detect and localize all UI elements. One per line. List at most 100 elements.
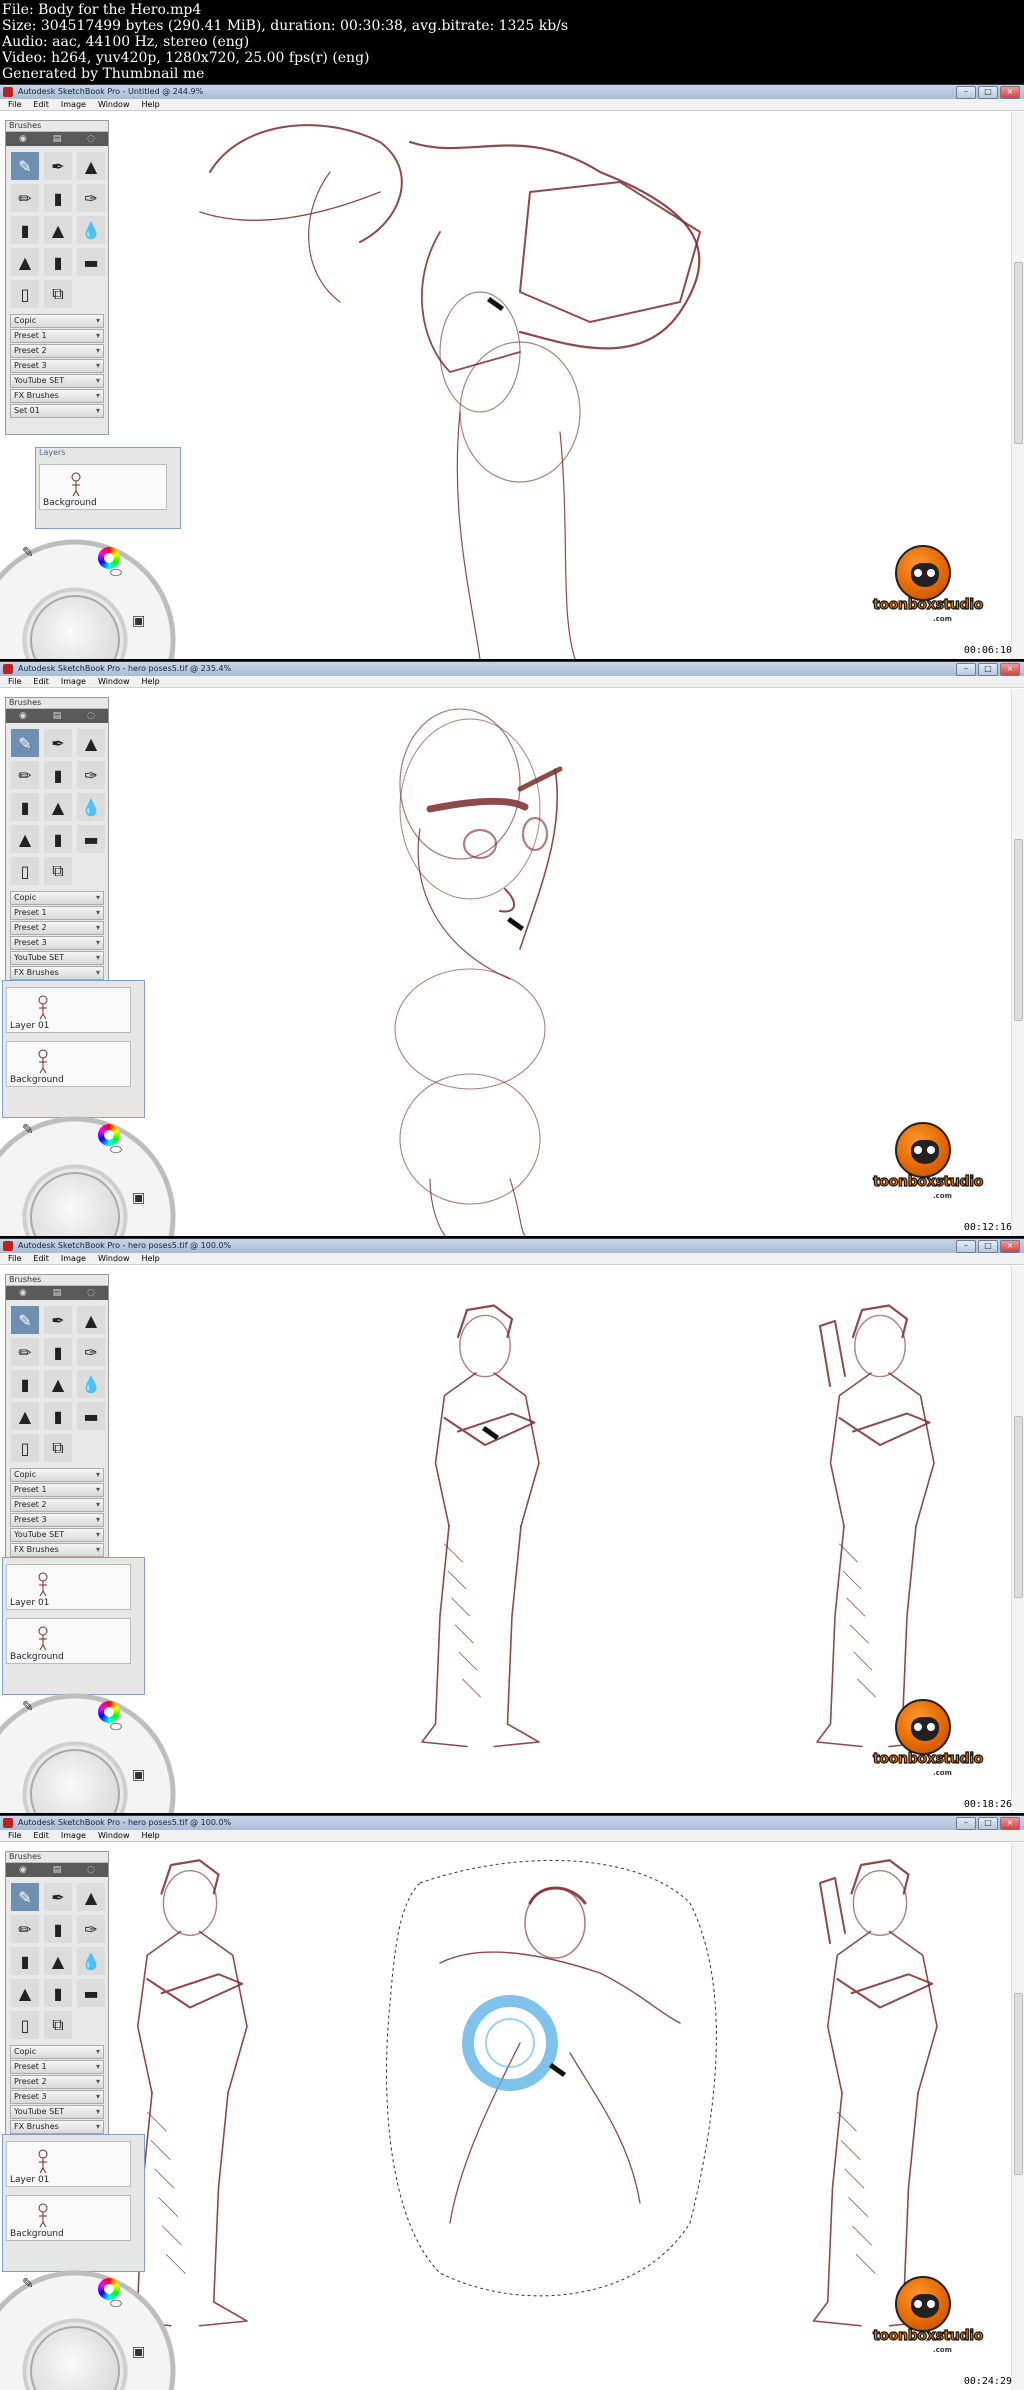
layer-tool-icon[interactable]: ▣ <box>132 1190 145 1206</box>
menu-help[interactable]: Help <box>142 1253 160 1264</box>
brush-tab-radio-icon[interactable]: ◉ <box>19 1288 27 1298</box>
menu-image[interactable]: Image <box>61 1253 86 1264</box>
brush-tool-7-icon[interactable]: ▮ <box>11 216 39 244</box>
color-wheel-icon[interactable] <box>98 547 120 569</box>
brush-tab-radio-icon[interactable]: ◉ <box>19 711 27 721</box>
menu-image[interactable]: Image <box>61 99 86 110</box>
menu-edit[interactable]: Edit <box>33 1830 49 1841</box>
pen-tool-icon[interactable]: ✎ <box>22 545 34 561</box>
transform-puck-center[interactable] <box>485 2018 535 2068</box>
menu-window[interactable]: Window <box>98 1830 130 1841</box>
close-button[interactable]: × <box>1000 1240 1020 1253</box>
brush-tool-9-icon[interactable]: 💧 <box>77 1370 105 1398</box>
brush-tool-6-icon[interactable]: ✑ <box>77 1338 105 1366</box>
brush-tool-10-icon[interactable]: ▲ <box>11 825 39 853</box>
brush-set-preset-2[interactable]: Preset 2 <box>10 921 104 935</box>
brush-set-copic[interactable]: Copic <box>10 2045 104 2059</box>
minimize-button[interactable]: – <box>956 86 976 99</box>
maximize-button[interactable]: □ <box>978 663 998 676</box>
brush-tool-4-icon[interactable]: ✏ <box>11 1915 39 1943</box>
brush-tool-12-icon[interactable]: ▬ <box>77 1402 105 1430</box>
brush-set-preset-1[interactable]: Preset 1 <box>10 329 104 343</box>
menu-file[interactable]: File <box>8 1830 21 1841</box>
menu-file[interactable]: File <box>8 99 21 110</box>
menu-window[interactable]: Window <box>98 676 130 687</box>
brush-tool-13-icon[interactable]: ▯ <box>11 1434 39 1462</box>
brush-tool-11-icon[interactable]: ▮ <box>44 1979 72 2007</box>
brush-set-preset-3[interactable]: Preset 3 <box>10 359 104 373</box>
layer-layer-01[interactable]: Layer 01 <box>6 987 131 1033</box>
brush-set-youtube-set[interactable]: YouTube SET <box>10 2105 104 2119</box>
brush-tool-5-icon[interactable]: ▮ <box>44 1915 72 1943</box>
brush-tool-11-icon[interactable]: ▮ <box>44 1402 72 1430</box>
brush-tab-library-icon[interactable]: ▤ <box>53 711 62 721</box>
vertical-scrollbar[interactable] <box>1011 1843 1024 2390</box>
brush-tab-radio-icon[interactable]: ◉ <box>19 1865 27 1875</box>
minimize-button[interactable]: – <box>956 1817 976 1830</box>
brush-puck[interactable] <box>30 2326 120 2390</box>
brush-tool-3-icon[interactable]: ▲ <box>77 1883 105 1911</box>
brush-tool-2-icon[interactable]: ✒ <box>44 729 72 757</box>
menu-image[interactable]: Image <box>61 1830 86 1841</box>
brush-tool-10-icon[interactable]: ▲ <box>11 1402 39 1430</box>
brush-tool-14-icon[interactable]: ⧉ <box>44 2011 72 2039</box>
transform-puck-ring[interactable] <box>462 1995 558 2091</box>
brush-tool-13-icon[interactable]: ▯ <box>11 857 39 885</box>
brush-set-copic[interactable]: Copic <box>10 1468 104 1482</box>
scrollbar-thumb[interactable] <box>1014 1416 1023 1598</box>
brush-tool-10-icon[interactable]: ▲ <box>11 248 39 276</box>
menu-help[interactable]: Help <box>142 99 160 110</box>
lasso-selection[interactable] <box>386 1859 717 2297</box>
layer-background[interactable]: Background <box>6 2195 131 2241</box>
minimize-button[interactable]: – <box>956 1240 976 1253</box>
brush-tool-6-icon[interactable]: ✑ <box>77 1915 105 1943</box>
brush-tool-11-icon[interactable]: ▮ <box>44 248 72 276</box>
menu-help[interactable]: Help <box>142 676 160 687</box>
close-button[interactable]: × <box>1000 663 1020 676</box>
scrollbar-thumb[interactable] <box>1014 1993 1023 2175</box>
maximize-button[interactable]: □ <box>978 86 998 99</box>
menu-edit[interactable]: Edit <box>33 99 49 110</box>
brush-set-youtube-set[interactable]: YouTube SET <box>10 951 104 965</box>
brush-tool-10-icon[interactable]: ▲ <box>11 1979 39 2007</box>
brush-set-preset-3[interactable]: Preset 3 <box>10 2090 104 2104</box>
menu-file[interactable]: File <box>8 676 21 687</box>
layer-tool-icon[interactable]: ▣ <box>132 613 145 629</box>
brush-set-copic[interactable]: Copic <box>10 314 104 328</box>
layer-tool-icon[interactable]: ▣ <box>132 1767 145 1783</box>
brush-tool-13-icon[interactable]: ▯ <box>11 280 39 308</box>
pen-tool-icon[interactable]: ✎ <box>22 1122 34 1138</box>
close-button[interactable]: × <box>1000 1817 1020 1830</box>
brush-tab-texture-icon[interactable]: ◌ <box>87 1288 95 1298</box>
brush-set-preset-2[interactable]: Preset 2 <box>10 1498 104 1512</box>
layer-background[interactable]: Background <box>6 1041 131 1087</box>
brush-tool-9-icon[interactable]: 💧 <box>77 216 105 244</box>
brush-puck[interactable] <box>30 595 120 659</box>
brush-tool-1-icon[interactable]: ✎ <box>11 152 39 180</box>
menu-edit[interactable]: Edit <box>33 676 49 687</box>
brush-tool-9-icon[interactable]: 💧 <box>77 793 105 821</box>
brush-tab-library-icon[interactable]: ▤ <box>53 1865 62 1875</box>
vertical-scrollbar[interactable] <box>1011 112 1024 659</box>
color-wheel-icon[interactable] <box>98 1701 120 1723</box>
brush-set-preset-1[interactable]: Preset 1 <box>10 2060 104 2074</box>
brush-tool-7-icon[interactable]: ▮ <box>11 1947 39 1975</box>
brush-tab-texture-icon[interactable]: ◌ <box>87 711 95 721</box>
menu-image[interactable]: Image <box>61 676 86 687</box>
layer-background[interactable]: Background <box>6 1618 131 1664</box>
brush-set-fx-brushes[interactable]: FX Brushes <box>10 389 104 403</box>
brush-tool-4-icon[interactable]: ✏ <box>11 184 39 212</box>
brush-tool-14-icon[interactable]: ⧉ <box>44 857 72 885</box>
brush-tool-2-icon[interactable]: ✒ <box>44 1883 72 1911</box>
layer-layer-01[interactable]: Layer 01 <box>6 2141 131 2187</box>
brush-tool-13-icon[interactable]: ▯ <box>11 2011 39 2039</box>
menu-file[interactable]: File <box>8 1253 21 1264</box>
minimize-button[interactable]: – <box>956 663 976 676</box>
brush-tool-14-icon[interactable]: ⧉ <box>44 280 72 308</box>
brush-set-youtube-set[interactable]: YouTube SET <box>10 374 104 388</box>
vertical-scrollbar[interactable] <box>1011 689 1024 1236</box>
brush-puck[interactable] <box>30 1172 120 1236</box>
pen-tool-icon[interactable]: ✎ <box>22 1699 34 1715</box>
brush-tool-12-icon[interactable]: ▬ <box>77 248 105 276</box>
layer-tool-icon[interactable]: ▣ <box>132 2344 145 2360</box>
